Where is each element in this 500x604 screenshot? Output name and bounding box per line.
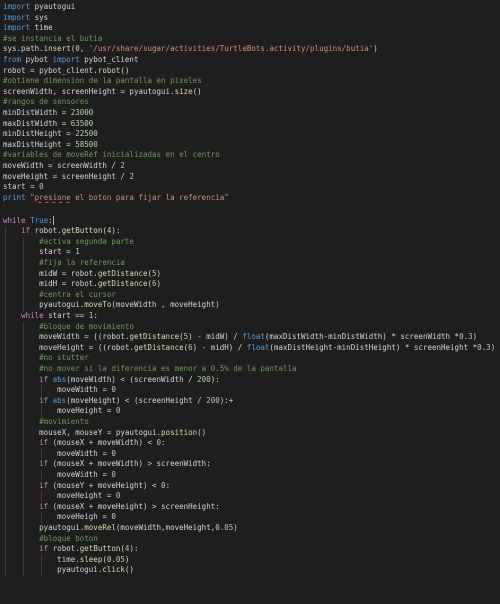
code-line[interactable]: #activa segunda parte [3,237,500,248]
indent-guide [23,321,25,576]
code-line[interactable]: moveWidth = ((robot.getDistance(5) - mid… [3,332,500,343]
code-line[interactable]: maxDistHeight = 58500 [3,140,500,151]
code-line[interactable]: pyautogui.moveTo(moveWidth , moveHeight) [3,300,500,311]
code-line[interactable]: print "presione el boton para fijar la r… [3,193,500,204]
code-line[interactable]: #se instancia el butia [3,34,500,45]
code-line[interactable]: moveHeight = 0 [3,406,500,417]
code-line[interactable]: moveHeight = ((robot.getDistance(6) - mi… [3,343,500,354]
code-line[interactable]: pyautogui.click() [3,565,500,576]
code-line[interactable]: import time [3,23,500,34]
code-line[interactable]: start = 0 [3,182,500,193]
code-line[interactable]: import pyautogui [3,2,500,13]
code-line[interactable]: midH = robot.getDistance(6) [3,279,500,290]
code-line[interactable]: moveHeight = screenHeight / 2 [3,172,500,183]
code-line[interactable]: minDistHeight = 22500 [3,129,500,140]
code-line[interactable]: while start == 1: [3,311,500,322]
code-line[interactable]: moveHeigh = 0 [3,512,500,523]
code-line[interactable]: from pybot import pybot_client [3,55,500,66]
code-line[interactable]: if robot.getButton(4): [3,226,500,237]
code-line[interactable]: #rangos de sensores [3,97,500,108]
indent-guide [41,406,43,417]
code-line[interactable]: if (mouseY + moveHeight) < 0: [3,481,500,492]
code-line[interactable]: moveWidth = screenWidth / 2 [3,161,500,172]
code-line[interactable]: #bloque boton [3,534,500,545]
code-line[interactable]: #movimiento [3,417,500,428]
code-line[interactable]: maxDistWidth = 63500 [3,119,500,130]
code-line[interactable]: if abs(moveHeight) < (screenHeight / 200… [3,396,500,407]
code-line[interactable]: start = 1 [3,247,500,258]
code-line[interactable]: midW = robot.getDistance(5) [3,269,500,280]
code-line[interactable]: robot = pybot_client.robot() [3,66,500,77]
text-cursor [52,216,54,226]
code-line[interactable]: #centra el cursor [3,290,500,301]
code-line[interactable]: #no stutter [3,353,500,364]
indent-guide [41,554,43,576]
code-line[interactable]: #no mover si la diferencia es menor a 0.… [3,364,500,375]
indent-guide [41,448,43,460]
code-editor[interactable]: import pyautogui import sys import time #se… [0,0,500,604]
code-line[interactable]: if robot.getButton(4): [3,544,500,555]
code-line[interactable]: #bloque de movimiento [3,322,500,333]
code-line[interactable]: time.sleep(0.05) [3,555,500,566]
code-line[interactable]: pyautogui.moveRel(moveWidth,moveHeight,0… [3,523,500,534]
indent-guide [41,512,43,523]
code-line[interactable]: screenWidth, screenHeight = pyautogui.si… [3,87,500,98]
code-line[interactable]: if (mouseX + moveWidth) < 0: [3,438,500,449]
code-line[interactable]: #obtiene dimension de la pantalla en pix… [3,76,500,87]
code-line[interactable]: moveWidth = 0 [3,470,500,481]
code-line[interactable]: minDistWidth = 23000 [3,108,500,119]
code-line[interactable]: import sys [3,13,500,24]
code-line[interactable] [3,203,500,214]
code-line[interactable]: if (mouseX + moveWidth) > screenWidth: [3,459,500,470]
code-line[interactable]: if abs(moveWidth) < (screenWidth / 200): [3,375,500,386]
indent-guide [41,469,43,481]
code-line[interactable]: if (mouseX + moveHeight) > screenHeight: [3,502,500,513]
indent-guide [41,385,43,396]
code-line[interactable]: sys.path.insert(0, '/usr/share/sugar/act… [3,44,500,55]
code-line[interactable]: while True: [3,216,500,227]
indent-guide [23,236,25,311]
indent-guide [41,491,43,502]
code-line[interactable]: moveWidth = 0 [3,449,500,460]
indent-guide [5,226,6,576]
code-line[interactable]: #variables de moveRef inicializadas en e… [3,150,500,161]
code-line[interactable]: #fija la referencia [3,258,500,269]
code-line[interactable]: moveWidth = 0 [3,385,500,396]
code-line[interactable]: moveHeight = 0 [3,491,500,502]
code-line[interactable]: mouseX, mouseY = pyautogui.position() [3,428,500,439]
